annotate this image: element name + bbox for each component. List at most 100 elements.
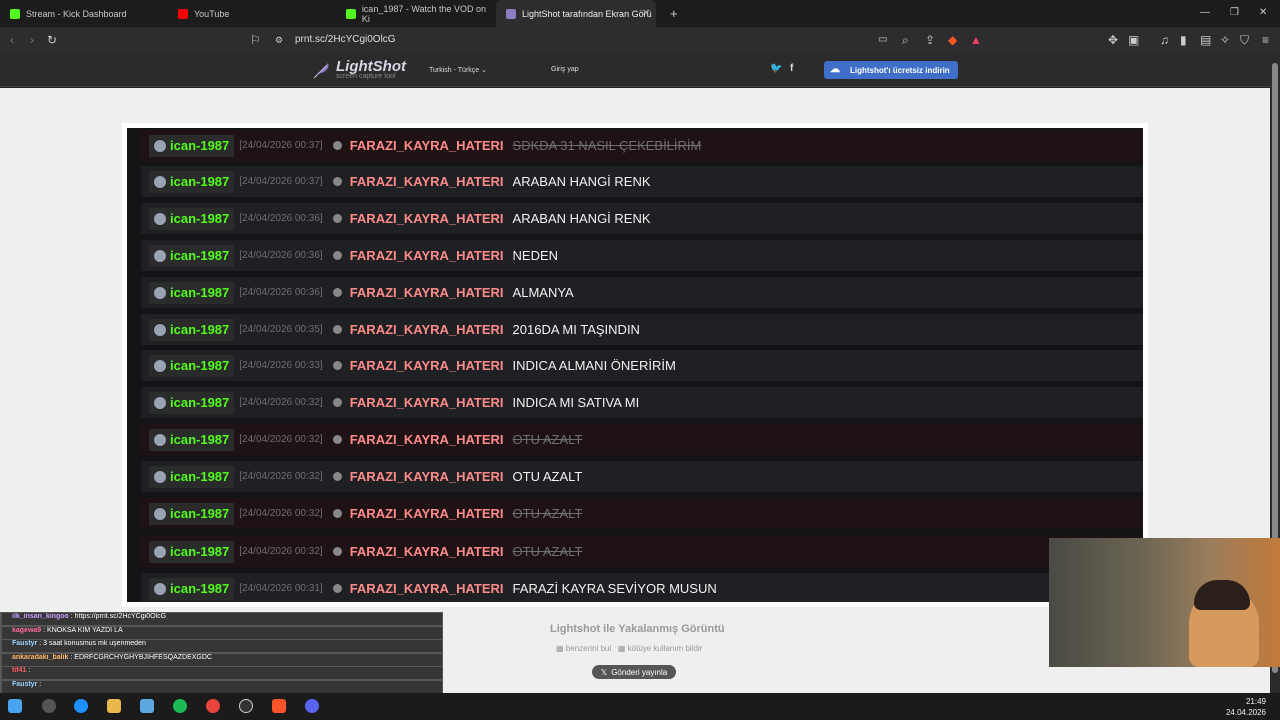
info-icon (332, 251, 342, 260)
message-text: ARABAN HANGİ RENK (512, 174, 651, 189)
tab-title: LightShot tarafından Ekran Görü (522, 8, 652, 19)
close-tab-icon[interactable]: ✕ (642, 8, 650, 19)
image-caption: Lightshot ile Yakalanmış Görüntü (550, 623, 725, 635)
timestamp: [24/04/2026 00:36] (239, 250, 323, 261)
media-icon[interactable]: ♫ (1160, 33, 1169, 47)
chat-username: Faustyr (12, 640, 38, 647)
username: ican-1987 (170, 322, 230, 337)
start-icon[interactable] (8, 699, 22, 713)
chrome-icon[interactable] (206, 699, 220, 713)
youtube-icon (178, 8, 188, 19)
chat-username: ankaradaki_balik (12, 653, 69, 661)
wallet-icon[interactable]: ▤ (1200, 33, 1211, 47)
brave-rewards-icon[interactable]: ▲ (970, 33, 982, 47)
sender-name: FARAZI_KAYRA_HATERI (349, 248, 504, 263)
file-explorer-icon[interactable] (107, 699, 121, 713)
bookmark-icon[interactable]: ⚐ (250, 33, 261, 47)
system-clock[interactable]: 21:49 24.04.2026 (1226, 696, 1266, 718)
sender-name: FARAZI_KAYRA_HATERI (349, 506, 504, 521)
timestamp: [24/04/2026 00:35] (239, 324, 323, 335)
extensions-icon[interactable]: ✥ (1108, 33, 1118, 47)
kick-icon (10, 8, 20, 19)
site-settings-icon[interactable]: ⚙ (275, 33, 283, 47)
chat-log-image: ican-1987 [24/04/2026 00:37] FARAZI_KAYRA_… (127, 128, 1143, 602)
minimize-icon[interactable]: — (1200, 7, 1210, 18)
message-text: OTU AZALT (512, 432, 583, 447)
sender-name: FARAZI_KAYRA_HATERI (349, 432, 504, 447)
avatar (154, 507, 166, 520)
login-link[interactable]: Giriş yap (551, 66, 579, 73)
message-text: OTU AZALT (512, 506, 583, 521)
chat-username: Faustyr (12, 680, 38, 688)
timestamp: [24/04/2026 00:36] (239, 213, 323, 224)
chat-message-row: ican-1987 [24/04/2026 00:32] FARAZI_KAYRA_… (141, 536, 1143, 567)
close-window-icon[interactable]: ✕ (1259, 7, 1267, 18)
sender-name: FARAZI_KAYRA_HATERI (349, 469, 504, 484)
app-icon[interactable] (140, 699, 154, 713)
chat-message-row: ican-1987 [24/04/2026 00:37] FARAZI_KAYRA_… (141, 130, 1143, 161)
sender-name: FARAZI_KAYRA_HATERI (349, 322, 504, 337)
obs-icon[interactable] (239, 699, 253, 713)
cast-icon[interactable]: ▭ (878, 33, 887, 47)
info-icon (332, 361, 342, 370)
message-text: INDICA ALMANI ÖNERİRİM (512, 358, 676, 373)
vpn-icon[interactable]: ⛉ (1240, 33, 1249, 47)
user-badge: ican-1987 (149, 244, 235, 267)
lightshot-logo[interactable]: LightShot screen capture tool (312, 58, 406, 80)
edge-icon[interactable] (74, 699, 88, 713)
sidebar-icon[interactable]: ▮ (1180, 33, 1187, 47)
download-button[interactable]: ☁ Lightshot'ı ücretsiz indirin (824, 61, 958, 79)
chat-message-row: ican-1987 [24/04/2026 00:33] FARAZI_KAYRA_… (141, 350, 1143, 381)
chat-separator: : (37, 680, 42, 688)
tweet-button[interactable]: 𝕏 Gönderi yayınla (592, 665, 676, 679)
menu-icon[interactable]: ≡ (1262, 33, 1269, 47)
twitter-icon[interactable]: 🐦 (770, 63, 782, 74)
chat-message-row: ican-1987 [24/04/2026 00:32] FARAZI_KAYRA_… (141, 498, 1143, 529)
reload-icon[interactable]: ↻ (47, 33, 57, 47)
brave-icon[interactable] (272, 699, 286, 713)
address-bar[interactable]: prnt.sc/2HcYCgi0OlcG (295, 34, 396, 45)
timestamp: [24/04/2026 00:37] (239, 140, 323, 151)
tab-kick-vod[interactable]: ican_1987 - Watch the VOD on Ki (336, 0, 494, 27)
sender-name: FARAZI_KAYRA_HATERI (349, 544, 504, 559)
back-icon[interactable]: ‹ (10, 33, 14, 47)
user-badge: ican-1987 (149, 134, 235, 157)
tab-title: ican_1987 - Watch the VOD on Ki (361, 3, 487, 24)
sender-name: FARAZI_KAYRA_HATERI (349, 285, 504, 300)
leo-icon[interactable]: ✧ (1220, 33, 1230, 47)
info-icon (332, 141, 342, 150)
report-link[interactable]: kötüye kullanım bildir (628, 644, 703, 653)
info-icon (332, 472, 342, 481)
language-select[interactable]: Turkish - Türkçe ⌄ (429, 66, 487, 74)
maximize-icon[interactable]: ❐ (1230, 7, 1239, 18)
forward-icon[interactable]: › (30, 33, 34, 47)
brave-shield-icon[interactable]: ◆ (948, 33, 957, 47)
username: ican-1987 (170, 469, 230, 484)
spotify-icon[interactable] (173, 699, 187, 713)
stream-chat-line: tif41 : (2, 667, 442, 679)
facebook-icon[interactable]: f (790, 63, 793, 74)
avatar (154, 323, 166, 336)
tab-kick-dashboard[interactable]: Stream - Kick Dashboard (0, 0, 168, 27)
message-text: FARAZİ KAYRA SEVİYOR MUSUN (512, 581, 717, 596)
username: ican-1987 (170, 248, 230, 263)
screenshot-icon[interactable]: ▣ (1128, 33, 1139, 47)
similar-link[interactable]: benzerini bul (566, 644, 611, 653)
stream-chat-line: kagewa9 : KNOKSA KIM YAZDI LA (2, 626, 442, 639)
share-icon[interactable]: ⇪ (925, 33, 935, 47)
stream-chat-line: Faustyr : 3 saat konusmus mk uşenmeden (2, 640, 442, 652)
zoom-icon[interactable]: ⌕ (902, 33, 909, 47)
tab-lightshot[interactable]: LightShot tarafından Ekran Görü ✕ (496, 0, 656, 27)
browser-toolbar: ‹ › ↻ ⚐ ⚙ prnt.sc/2HcYCgi0OlcG ▭ ⌕ ⇪ ◆ ▲… (0, 27, 1280, 53)
timestamp: [24/04/2026 00:32] (239, 508, 323, 519)
discord-icon[interactable] (305, 699, 319, 713)
user-badge: ican-1987 (149, 318, 235, 341)
tab-youtube[interactable]: YouTube (168, 0, 336, 27)
stream-chat-overlay: ilk_insan_kingoo : https://prnt.sc/2HcYC… (0, 612, 443, 693)
info-icon (332, 325, 342, 334)
avatar (154, 396, 166, 409)
new-tab-button[interactable]: + (660, 0, 678, 27)
search-icon[interactable] (42, 699, 56, 713)
username: ican-1987 (170, 211, 230, 226)
x-logo-icon: 𝕏 (600, 667, 608, 677)
